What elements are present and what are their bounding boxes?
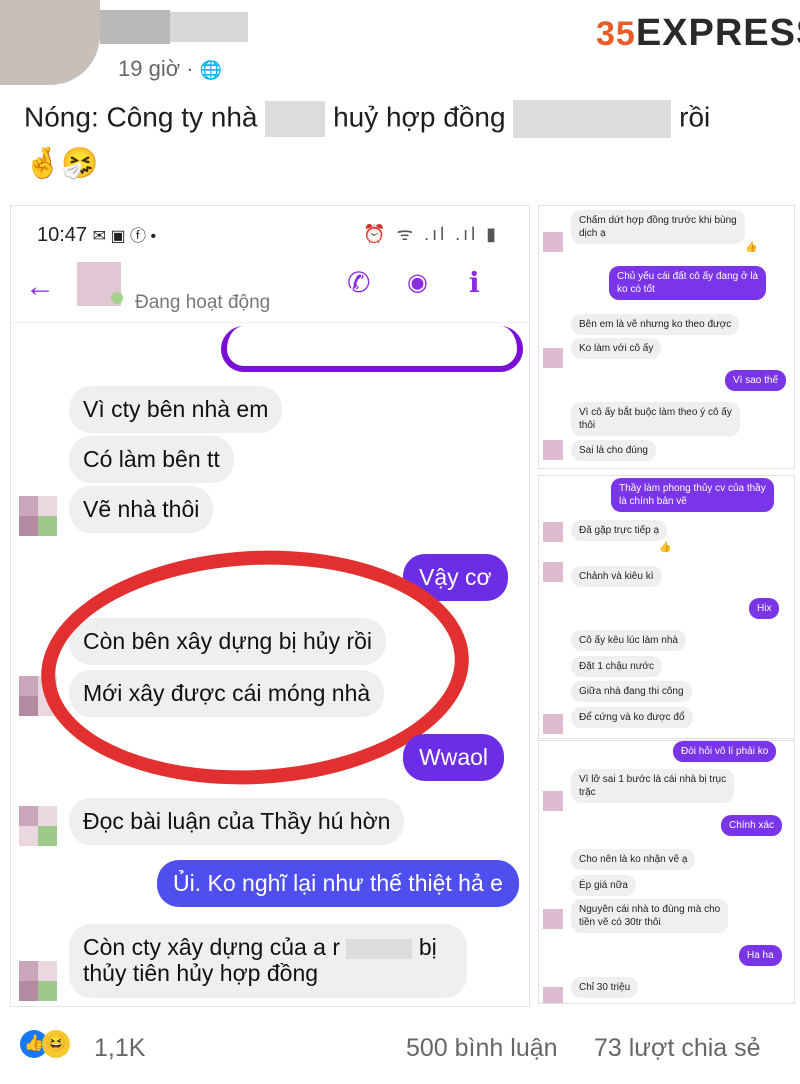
post-timestamp[interactable]: 19 giờ · 🌐 xyxy=(118,56,222,82)
comment-count-link[interactable]: 500 bình luận xyxy=(406,1034,558,1063)
message-in: Sai là cho đúng xyxy=(571,440,656,461)
message-in: Vẽ nhà thôi xyxy=(69,486,214,533)
online-dot-icon xyxy=(111,292,123,304)
sticker-icon: 👍 xyxy=(745,242,758,253)
status-right-icons: ⏰ ᯤ .ıl .ıl ▮ xyxy=(363,224,499,244)
active-status: Đang hoạt động xyxy=(135,292,271,313)
haha-icon: 😆 xyxy=(42,1030,70,1058)
phone-call-icon[interactable]: ✆ xyxy=(347,266,370,299)
status-left-icons: ✉ ▣ ⓕ • xyxy=(92,228,157,245)
sender-avatar xyxy=(543,348,563,368)
status-time: 10:47 ✉ ▣ ⓕ • xyxy=(37,224,157,246)
reaction-icons[interactable]: 👍 😆 xyxy=(20,1030,70,1058)
back-arrow-icon[interactable]: ← xyxy=(25,270,55,304)
chat-screenshot-right-bottom: Đòi hỏi vô lí phải ko Vì lỡ sai 1 bước l… xyxy=(538,740,795,1004)
sender-avatar xyxy=(543,909,563,929)
redacted-name xyxy=(265,101,326,137)
message-out: Vì sao thế xyxy=(725,370,787,391)
sender-avatar xyxy=(543,987,563,1003)
message-out: Chủ yếu cái đất cô ấy đang ở là ko có tốt xyxy=(609,266,767,300)
sender-avatar xyxy=(543,440,563,460)
sender-avatar xyxy=(543,522,563,542)
chat-header: ← Đang hoạt động ✆ ◉ ℹ xyxy=(11,258,529,323)
post-text: Nóng: Công ty nhà huỷ hợp đồng rồi xyxy=(24,100,710,138)
sender-avatar xyxy=(543,562,563,582)
sender-avatar xyxy=(19,496,57,536)
site-logo: 35EXPRESS xyxy=(596,12,800,54)
message-in: Nguyên cái nhà to đùng mà cho tiền vẽ có … xyxy=(571,899,729,933)
message-in: Chấm dứt hợp đồng trước khi bùng dịch ạ xyxy=(571,210,745,244)
sender-avatar xyxy=(543,714,563,734)
chat-screenshot-main: 10:47 ✉ ▣ ⓕ • ⏰ ᯤ .ıl .ıl ▮ ← Đang hoạt … xyxy=(10,205,530,1007)
poster-avatar[interactable] xyxy=(0,0,100,85)
message-in: Đặt 1 chậu nước xyxy=(571,656,662,677)
sticker-icon: 👍 xyxy=(659,542,672,553)
message-in: Chảnh và kiêu kì xyxy=(571,566,662,587)
reaction-count[interactable]: 1,1K xyxy=(94,1034,145,1063)
message-in: Vì cty bên nhà em xyxy=(69,386,283,433)
poster-name-blurred-2 xyxy=(170,12,248,42)
message-in-multiline: Còn cty xây dựng của a r bị thủy tiên hủ… xyxy=(69,924,467,998)
message-in: Cho nên là ko nhận vẽ ạ xyxy=(571,849,696,870)
message-out: Hix xyxy=(749,598,780,619)
redaction-scribble xyxy=(221,326,523,372)
message-out: Ủi. Ko nghĩ lại như thế thiệt hả e xyxy=(157,860,519,907)
message-out: Đòi hỏi vô lí phải ko xyxy=(673,741,777,762)
message-in: Ép giá nữa xyxy=(571,875,636,896)
message-in: Có làm bên tt xyxy=(69,436,234,483)
message-out: Ha ha xyxy=(739,945,782,966)
video-call-icon[interactable]: ◉ xyxy=(407,268,428,297)
message-in: Bên em là vẽ nhưng ko theo được xyxy=(571,314,740,335)
message-in: Chỉ 30 triệu xyxy=(571,977,639,998)
message-in: Vì lỡ sai 1 bước là cái nhà bị trục trặc xyxy=(571,769,735,803)
message-in: Vì cô ấy bắt buộc làm theo ý cô ấy thôi xyxy=(571,402,740,436)
chat-screenshot-right-middle: Thầy làm phong thủy cv của thầy là chính … xyxy=(538,475,795,739)
message-out: Chính xác xyxy=(721,815,783,836)
sender-avatar xyxy=(543,232,563,252)
message-in: Giữa nhà đang thi công xyxy=(571,681,692,702)
globe-icon: 🌐 xyxy=(199,60,223,80)
message-out: Wwaol xyxy=(403,734,505,781)
message-in: Để cứng và ko được đổ xyxy=(571,707,693,728)
share-count-link[interactable]: 73 lượt chia sẻ xyxy=(594,1034,761,1063)
message-in: Ko làm với cô ấy xyxy=(571,338,662,359)
chat-screenshot-right-top: Chấm dứt hợp đồng trước khi bùng dịch ạ 👍… xyxy=(538,205,795,469)
message-in: Đọc bài luận của Thầy hú hờn xyxy=(69,798,405,845)
post-emojis: 🤞🤧 xyxy=(24,147,99,180)
sender-avatar xyxy=(543,791,563,811)
sender-avatar xyxy=(19,961,57,1001)
message-in: Cô ấy kêu lúc làm nhà xyxy=(571,630,686,651)
redacted-name-2 xyxy=(513,100,672,138)
redacted-name-3 xyxy=(346,938,413,959)
poster-name-blurred[interactable] xyxy=(100,10,170,44)
message-in: Đã gặp trực tiếp ạ xyxy=(571,520,668,541)
message-out: Thầy làm phong thủy cv của thầy là chính … xyxy=(611,478,774,512)
sender-avatar xyxy=(19,806,57,846)
info-icon[interactable]: ℹ xyxy=(469,266,480,299)
